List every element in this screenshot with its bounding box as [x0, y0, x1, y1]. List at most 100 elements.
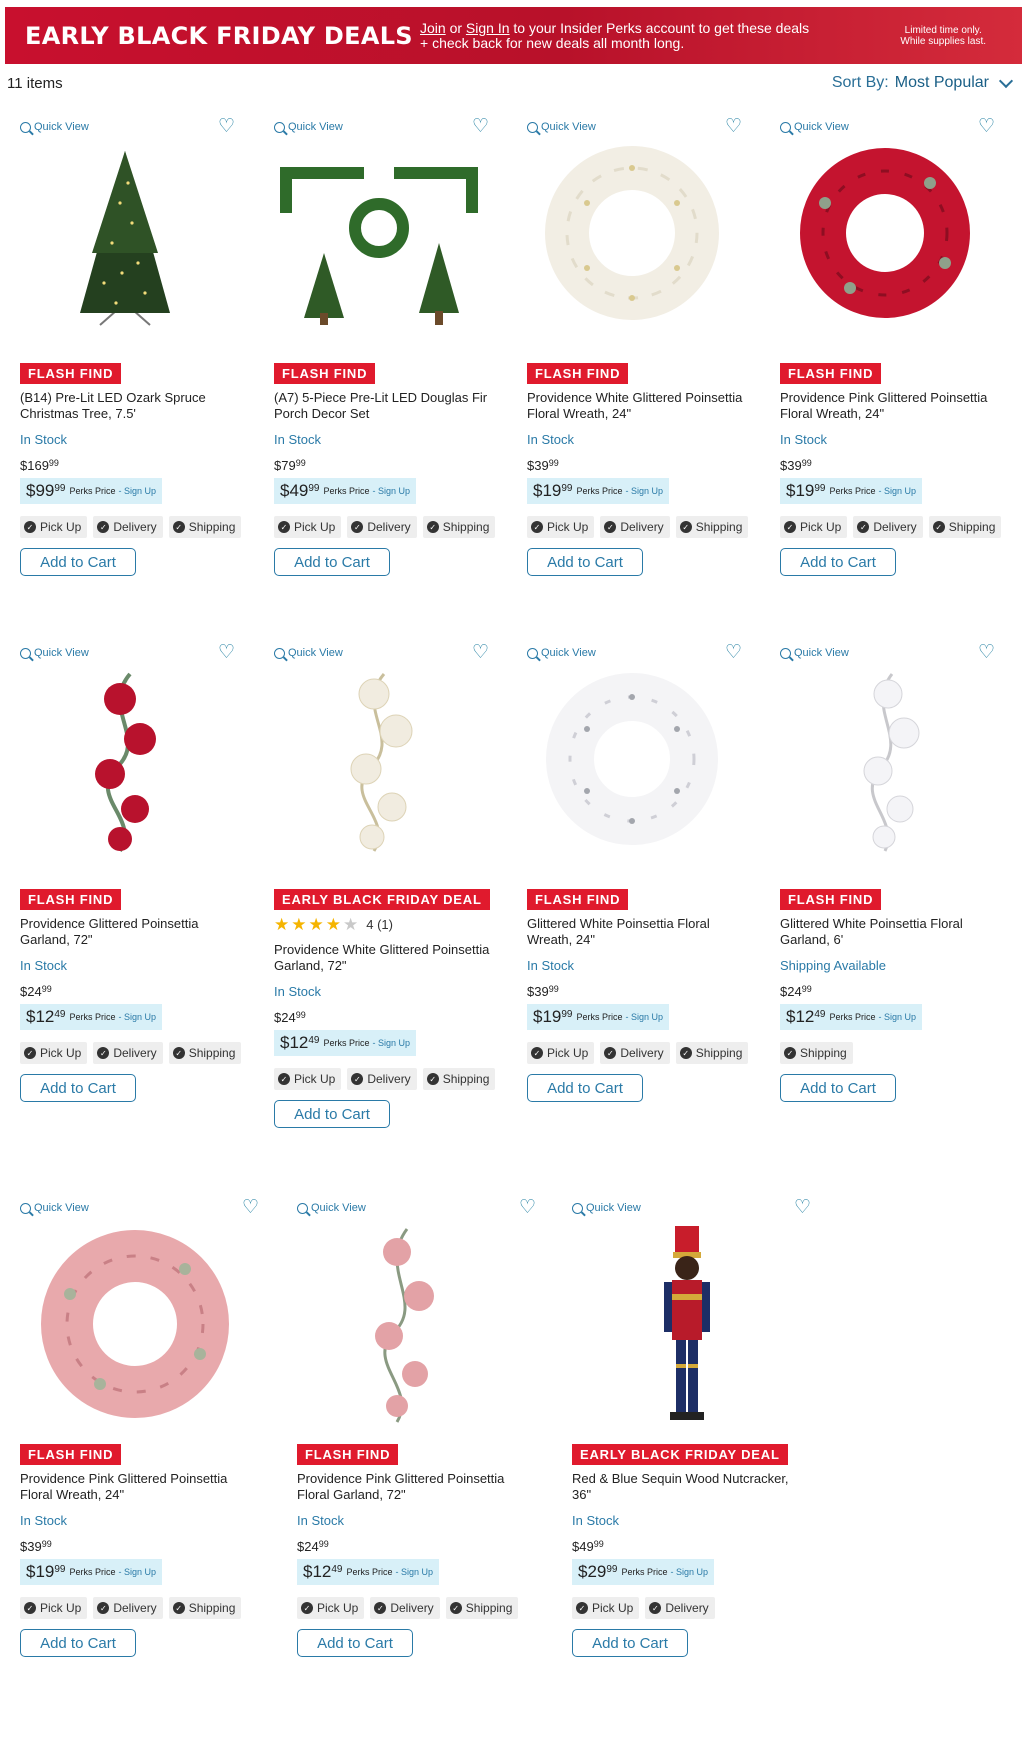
perks-signup-link[interactable]: - Sign Up: [671, 1567, 709, 1577]
quick-view-button[interactable]: Quick View: [780, 647, 849, 659]
product-name[interactable]: Providence Glittered Poinsettia Garland,…: [20, 916, 246, 948]
add-to-cart-button[interactable]: Add to Cart: [780, 1074, 896, 1102]
search-icon: [572, 1202, 583, 1214]
add-to-cart-button[interactable]: Add to Cart: [572, 1629, 688, 1657]
promo-banner: EARLY BLACK FRIDAY DEALS Join or Sign In…: [5, 7, 1022, 64]
wishlist-heart-icon[interactable]: ♡: [978, 643, 995, 662]
add-to-cart-button[interactable]: Add to Cart: [527, 1074, 643, 1102]
stock-status: In Stock: [274, 432, 321, 447]
perks-signup-link[interactable]: - Sign Up: [396, 1567, 434, 1577]
stock-status: In Stock: [20, 432, 67, 447]
join-link[interactable]: Join: [420, 20, 446, 36]
perks-price: $4999 Perks Price - Sign Up: [274, 478, 417, 504]
quick-view-button[interactable]: Quick View: [274, 121, 343, 133]
sort-dropdown[interactable]: Sort By: Most Popular: [832, 73, 1014, 92]
add-to-cart-button[interactable]: Add to Cart: [20, 1074, 136, 1102]
product-image[interactable]: [572, 1224, 802, 1429]
product-name[interactable]: Providence Pink Glittered Poinsettia Flo…: [780, 390, 1006, 422]
perks-signup-link[interactable]: - Sign Up: [119, 1012, 157, 1022]
fulfillment-options: ✓ Shipping: [780, 1042, 853, 1064]
wishlist-heart-icon[interactable]: ♡: [472, 117, 489, 136]
product-image[interactable]: [20, 669, 230, 854]
stock-status: In Stock: [527, 432, 574, 447]
perks-signup-link[interactable]: - Sign Up: [626, 486, 664, 496]
perks-price-value: $1999: [533, 1007, 573, 1026]
product-name[interactable]: Providence Pink Glittered Poinsettia Flo…: [297, 1471, 523, 1503]
add-to-cart-button[interactable]: Add to Cart: [780, 548, 896, 576]
wishlist-heart-icon[interactable]: ♡: [978, 117, 995, 136]
quick-view-button[interactable]: Quick View: [527, 121, 596, 133]
wishlist-heart-icon[interactable]: ♡: [519, 1198, 536, 1217]
product-name[interactable]: (A7) 5-Piece Pre-Lit LED Douglas Fir Por…: [274, 390, 500, 422]
product-image[interactable]: [20, 1224, 250, 1429]
check-icon: ✓: [24, 521, 36, 533]
quick-view-button[interactable]: Quick View: [572, 1202, 641, 1214]
perks-signup-link[interactable]: - Sign Up: [373, 486, 411, 496]
fulfillment-option: ✓ Shipping: [675, 1042, 749, 1064]
perks-signup-link[interactable]: - Sign Up: [119, 486, 157, 496]
add-to-cart-button[interactable]: Add to Cart: [297, 1629, 413, 1657]
fulfillment-options: ✓ Pick Up ✓ Delivery ✓ Shipping: [20, 516, 242, 538]
perks-price-value: $1249: [280, 1033, 320, 1052]
wishlist-heart-icon[interactable]: ♡: [794, 1198, 811, 1217]
add-to-cart-button[interactable]: Add to Cart: [274, 548, 390, 576]
wishlist-heart-icon[interactable]: ♡: [725, 643, 742, 662]
star-icon: ★: [291, 915, 307, 934]
product-image[interactable]: [527, 669, 737, 854]
perks-price-value: $1249: [786, 1007, 826, 1026]
product-name[interactable]: Glittered White Poinsettia Floral Wreath…: [527, 916, 753, 948]
product-image[interactable]: [297, 1224, 527, 1429]
fulfillment-option: ✓ Pick Up: [297, 1597, 365, 1619]
product-name[interactable]: Providence Pink Glittered Poinsettia Flo…: [20, 1471, 246, 1503]
perks-price: $2999 Perks Price - Sign Up: [572, 1559, 715, 1585]
product-image[interactable]: [780, 143, 990, 328]
wishlist-heart-icon[interactable]: ♡: [218, 643, 235, 662]
signin-link[interactable]: Sign In: [466, 20, 510, 36]
quick-view-button[interactable]: Quick View: [780, 121, 849, 133]
perks-signup-link[interactable]: - Sign Up: [373, 1038, 411, 1048]
add-to-cart-button[interactable]: Add to Cart: [20, 548, 136, 576]
quick-view-button[interactable]: Quick View: [274, 647, 343, 659]
perks-signup-link[interactable]: - Sign Up: [879, 486, 917, 496]
product-name[interactable]: (B14) Pre-Lit LED Ozark Spruce Christmas…: [20, 390, 246, 422]
wishlist-heart-icon[interactable]: ♡: [242, 1198, 259, 1217]
rating[interactable]: ★ ★ ★ ★ ★ 4 (1): [274, 916, 393, 933]
deal-badge: EARLY BLACK FRIDAY DEAL: [572, 1444, 788, 1465]
product-name[interactable]: Red & Blue Sequin Wood Nutcracker, 36": [572, 1471, 798, 1503]
perks-signup-link[interactable]: - Sign Up: [119, 1567, 157, 1577]
perks-signup-link[interactable]: - Sign Up: [626, 1012, 664, 1022]
wishlist-heart-icon[interactable]: ♡: [218, 117, 235, 136]
product-name[interactable]: Providence White Glittered Poinsettia Fl…: [527, 390, 753, 422]
quick-view-button[interactable]: Quick View: [297, 1202, 366, 1214]
add-to-cart-button[interactable]: Add to Cart: [527, 548, 643, 576]
wishlist-heart-icon[interactable]: ♡: [725, 117, 742, 136]
product-name[interactable]: Glittered White Poinsettia Floral Garlan…: [780, 916, 1006, 948]
stock-status: In Stock: [297, 1513, 344, 1528]
perks-signup-link[interactable]: - Sign Up: [879, 1012, 917, 1022]
check-icon: ✓: [24, 1602, 36, 1614]
regular-price: $4999: [572, 1539, 604, 1554]
quick-view-button[interactable]: Quick View: [527, 647, 596, 659]
product-image[interactable]: [780, 669, 990, 854]
perks-price: $9999 Perks Price - Sign Up: [20, 478, 163, 504]
product-image[interactable]: [20, 143, 230, 328]
star-icon: ★: [325, 915, 341, 934]
add-to-cart-button[interactable]: Add to Cart: [274, 1100, 390, 1128]
search-icon: [20, 1202, 31, 1214]
check-icon: ✓: [351, 1073, 364, 1085]
check-icon: ✓: [784, 1047, 796, 1059]
quick-view-button[interactable]: Quick View: [20, 121, 89, 133]
sort-value: Most Popular: [894, 74, 989, 91]
check-icon: ✓: [576, 1602, 588, 1614]
product-image[interactable]: [527, 143, 737, 328]
product-image[interactable]: [274, 143, 484, 328]
product-image[interactable]: [274, 669, 484, 854]
product-name[interactable]: Providence White Glittered Poinsettia Ga…: [274, 942, 500, 974]
fulfillment-option: ✓ Shipping: [780, 1042, 853, 1064]
quick-view-button[interactable]: Quick View: [20, 1202, 89, 1214]
fulfillment-option: ✓ Shipping: [168, 1597, 242, 1619]
wishlist-heart-icon[interactable]: ♡: [472, 643, 489, 662]
add-to-cart-button[interactable]: Add to Cart: [20, 1629, 136, 1657]
quick-view-button[interactable]: Quick View: [20, 647, 89, 659]
search-icon: [527, 647, 538, 659]
